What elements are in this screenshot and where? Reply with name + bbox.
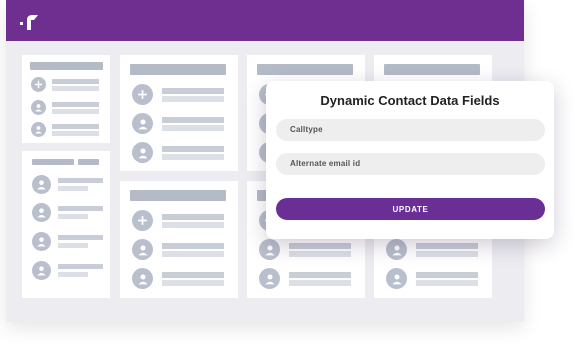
card-header-placeholder bbox=[30, 62, 103, 70]
text-placeholder bbox=[162, 251, 224, 257]
list-item[interactable] bbox=[386, 268, 486, 290]
text-placeholder bbox=[58, 235, 103, 240]
add-icon[interactable] bbox=[132, 84, 153, 105]
dialog-title: Dynamic Contact Data Fields bbox=[320, 93, 500, 108]
text-placeholder bbox=[52, 102, 99, 107]
text-placeholder bbox=[416, 251, 478, 257]
list-item[interactable] bbox=[386, 239, 486, 261]
card-header-placeholder bbox=[32, 159, 74, 165]
text-placeholder bbox=[58, 186, 88, 191]
list-item[interactable] bbox=[259, 268, 359, 290]
user-avatar-icon bbox=[386, 239, 407, 260]
list-item[interactable] bbox=[31, 77, 106, 93]
user-avatar-icon bbox=[31, 100, 46, 115]
top-bar bbox=[6, 0, 524, 41]
alternate-email-field[interactable]: Alternate email id bbox=[276, 153, 545, 175]
list-item[interactable] bbox=[132, 210, 232, 232]
list-item[interactable] bbox=[32, 203, 107, 223]
list-item[interactable] bbox=[132, 239, 232, 261]
text-placeholder bbox=[162, 88, 224, 94]
text-placeholder bbox=[289, 243, 351, 249]
text-placeholder bbox=[162, 146, 224, 152]
user-avatar-icon bbox=[132, 268, 153, 289]
list-item[interactable] bbox=[32, 232, 107, 252]
text-placeholder bbox=[289, 280, 351, 286]
list-item[interactable] bbox=[259, 239, 359, 261]
list-item[interactable] bbox=[32, 261, 107, 281]
contact-card[interactable] bbox=[22, 55, 110, 143]
user-avatar-icon bbox=[259, 268, 280, 289]
list-item[interactable] bbox=[132, 142, 232, 164]
card-header-placeholder bbox=[78, 159, 99, 165]
list-item[interactable] bbox=[132, 84, 232, 106]
text-placeholder bbox=[58, 178, 103, 183]
text-placeholder bbox=[52, 131, 99, 136]
text-placeholder bbox=[52, 86, 99, 91]
text-placeholder bbox=[162, 243, 224, 249]
text-placeholder bbox=[162, 222, 224, 228]
contact-card[interactable] bbox=[22, 151, 110, 298]
card-header-placeholder bbox=[130, 190, 226, 201]
list-item[interactable] bbox=[132, 113, 232, 135]
text-placeholder bbox=[52, 109, 99, 114]
text-placeholder bbox=[162, 154, 224, 160]
list-item[interactable] bbox=[31, 100, 106, 116]
user-avatar-icon bbox=[132, 142, 153, 163]
app-logo-icon[interactable] bbox=[20, 12, 40, 30]
user-avatar-icon bbox=[31, 122, 46, 137]
text-placeholder bbox=[58, 214, 88, 219]
text-placeholder bbox=[52, 79, 99, 84]
dynamic-contact-fields-dialog: Dynamic Contact Data Fields Calltype Alt… bbox=[266, 81, 554, 239]
text-placeholder bbox=[162, 125, 224, 131]
card-header-placeholder bbox=[257, 64, 353, 75]
user-avatar-icon bbox=[386, 268, 407, 289]
text-placeholder bbox=[162, 96, 224, 102]
user-avatar-icon bbox=[132, 113, 153, 134]
card-header-placeholder bbox=[384, 64, 480, 75]
user-avatar-icon bbox=[32, 261, 51, 280]
contact-card[interactable] bbox=[120, 181, 238, 298]
text-placeholder bbox=[58, 272, 88, 277]
text-placeholder bbox=[416, 272, 478, 278]
user-avatar-icon bbox=[132, 239, 153, 260]
field-label: Calltype bbox=[290, 125, 323, 134]
user-avatar-icon bbox=[32, 232, 51, 251]
text-placeholder bbox=[416, 280, 478, 286]
text-placeholder bbox=[162, 117, 224, 123]
list-item[interactable] bbox=[32, 175, 107, 195]
text-placeholder bbox=[162, 214, 224, 220]
text-placeholder bbox=[289, 272, 351, 278]
list-item[interactable] bbox=[132, 268, 232, 290]
list-item[interactable] bbox=[31, 122, 106, 138]
text-placeholder bbox=[162, 280, 224, 286]
text-placeholder bbox=[58, 243, 88, 248]
text-placeholder bbox=[52, 124, 99, 129]
add-icon[interactable] bbox=[132, 210, 153, 231]
add-icon[interactable] bbox=[31, 77, 46, 92]
text-placeholder bbox=[58, 206, 103, 211]
user-avatar-icon bbox=[259, 239, 280, 260]
update-button[interactable]: UPDATE bbox=[276, 198, 545, 220]
contact-card[interactable] bbox=[120, 55, 238, 171]
calltype-field[interactable]: Calltype bbox=[276, 119, 545, 141]
card-header-placeholder bbox=[130, 64, 226, 75]
text-placeholder bbox=[289, 251, 351, 257]
text-placeholder bbox=[162, 272, 224, 278]
text-placeholder bbox=[416, 243, 478, 249]
field-label: Alternate email id bbox=[290, 159, 361, 168]
user-avatar-icon bbox=[32, 203, 51, 222]
user-avatar-icon bbox=[32, 175, 51, 194]
text-placeholder bbox=[58, 264, 103, 269]
